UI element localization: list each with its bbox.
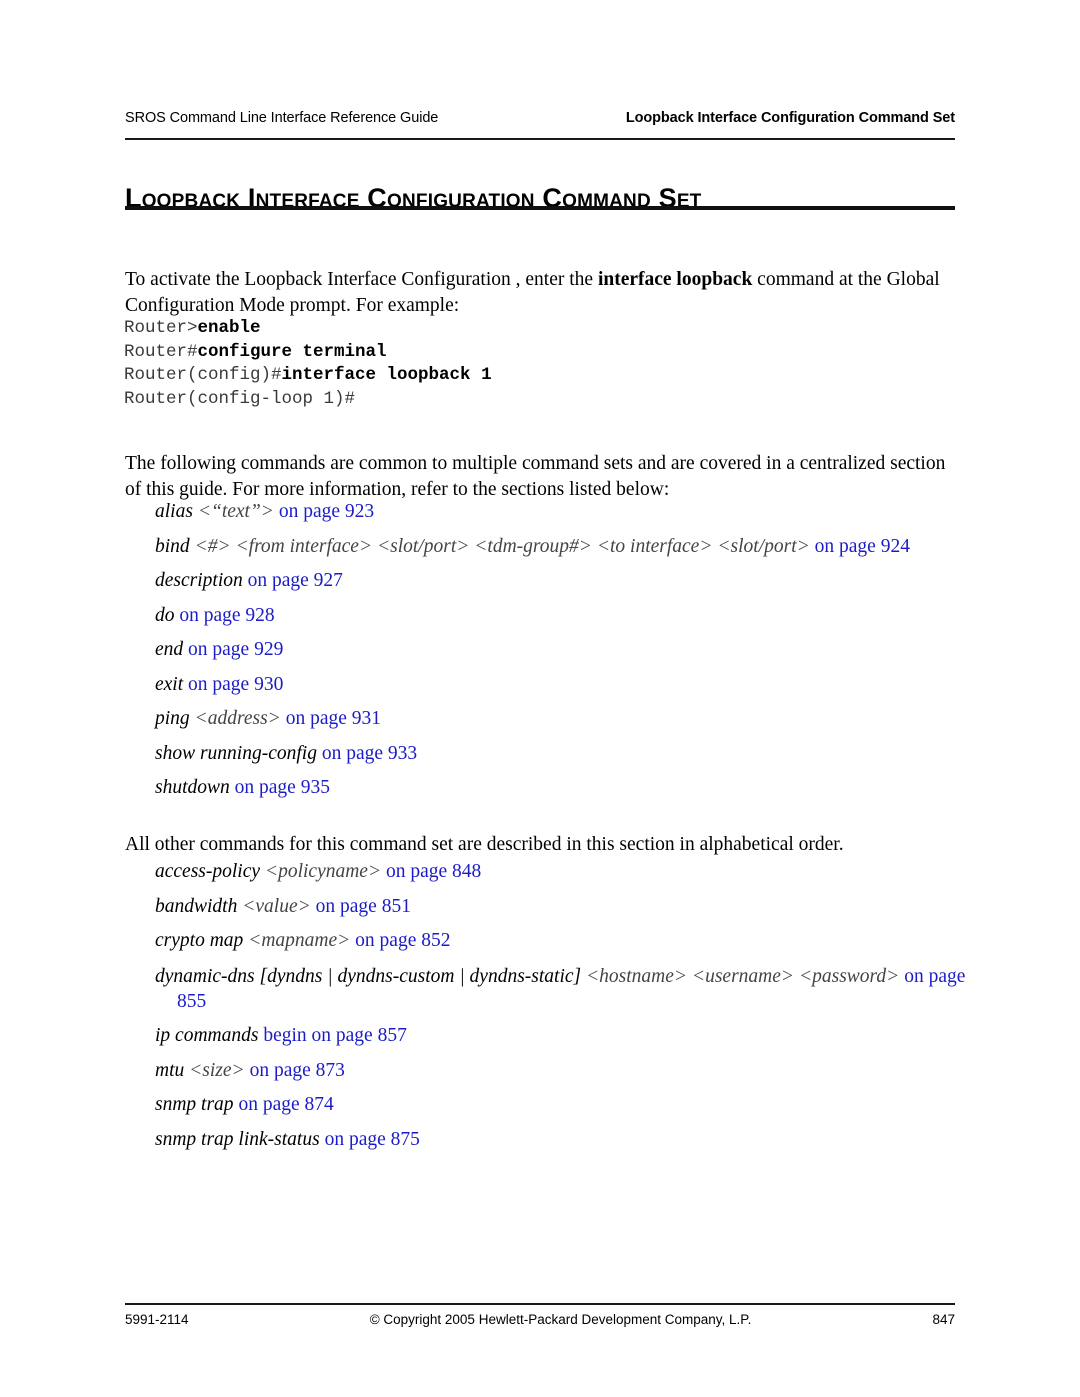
page-reference-link[interactable]: on page 935 [230,777,330,798]
page-reference-link[interactable]: on page 923 [274,501,374,522]
footer-document-number: 5991-2114 [125,1312,189,1327]
cli-typed-command: configure terminal [197,341,387,362]
command-name: shutdown [155,777,230,798]
command-name: bandwidth [155,895,243,917]
command-name: access-policy [155,861,265,882]
command-name: show running-config [155,742,317,764]
running-header-guide-title: SROS Command Line Interface Reference Gu… [125,110,439,126]
cli-example-block: Router>enable Router#configure terminal Ro… [124,317,492,411]
command-name: crypto map [155,930,249,951]
page-footer: 5991-2114 © Copyright 2005 Hewlett-Packa… [125,1311,955,1328]
command-xref-item[interactable]: access-policy <policyname> on page 848 [155,860,955,884]
command-name: dynamic-dns [dyndns | dyndns-custom | dy… [155,965,586,987]
cli-prompt: Router(config)# [124,365,282,385]
command-xref-item[interactable]: alias <“text”> on page 923 [155,500,955,524]
command-xref-item[interactable]: mtu <size> on page 873 [155,1059,955,1083]
command-xref-item[interactable]: snmp trap on page 874 [155,1093,955,1117]
page-reference-link[interactable]: on page 852 [350,930,450,951]
command-arguments: <“text”> [197,501,274,522]
command-xref-item[interactable]: ip commands begin on page 857 [155,1024,955,1048]
running-header: SROS Command Line Interface Reference Gu… [125,110,955,127]
running-header-section-title: Loopback Interface Configuration Command… [625,110,955,126]
command-xref-item[interactable]: crypto map <mapname> on page 852 [155,929,955,953]
common-commands-paragraph: The following commands are common to mul… [125,452,946,501]
command-xref-item[interactable]: do on page 928 [155,604,955,628]
document-page: SROS Command Line Interface Reference Gu… [0,0,1080,1397]
page-reference-link[interactable]: begin on page 857 [258,1025,407,1046]
page-reference-link[interactable]: on page 927 [243,570,343,591]
page-reference-link[interactable]: on page 875 [320,1129,420,1150]
command-xref-item[interactable]: end on page 929 [155,638,955,662]
footer-divider-rule [125,1303,955,1305]
command-xref-item[interactable]: shutdown on page 935 [155,776,955,800]
command-xref-item[interactable]: description on page 927 [155,569,955,593]
cli-line: Router(config)#interface loopback 1 [124,364,492,388]
page-reference-link[interactable]: on page 873 [245,1060,345,1081]
command-xref-item[interactable]: exit on page 930 [155,673,955,697]
page-reference-link[interactable]: on page 851 [311,896,411,917]
command-name: ping [155,708,195,729]
intro-command-emphasis: interface loopback [597,268,753,290]
cli-prompt: Router> [124,318,198,338]
page-reference-link[interactable]: on page 874 [234,1094,333,1115]
page-reference-link[interactable]: on page 848 [381,861,481,882]
command-xref-item[interactable]: bind <#> <from interface> <slot/port> <t… [155,535,955,559]
command-arguments: <value> [242,895,311,917]
common-commands-list: alias <“text”> on page 923 bind <#> <from… [155,500,955,811]
cli-typed-command: interface loopback 1 [281,365,492,385]
command-name: bind [155,535,195,557]
other-commands-paragraph: All other commands for this command set … [125,833,844,855]
footer-page-number: 847 [932,1312,955,1327]
cli-line: Router>enable [124,317,492,341]
command-arguments: <hostname> <username> <password> [586,965,900,987]
header-divider-rule [125,138,955,140]
command-name: mtu [155,1059,190,1081]
other-commands-list: access-policy <policyname> on page 848 ba… [155,860,965,1162]
command-name: do [155,604,175,626]
footer-copyright: © Copyright 2005 Hewlett-Packard Develop… [369,1312,752,1327]
cli-prompt: Router(config-loop 1)# [124,388,356,409]
intro-text-before: To activate the Loopback Interface Confi… [125,268,598,290]
command-xref-item[interactable]: show running-config on page 933 [155,742,955,766]
command-name: snmp trap link-status [155,1128,320,1150]
command-xref-item[interactable]: snmp trap link-status on page 875 [155,1128,955,1152]
page-reference-link[interactable]: on page 928 [175,605,274,626]
command-name: exit [155,673,184,695]
title-divider-rule [125,206,955,210]
command-name: description [155,570,243,591]
command-arguments: <address> [194,708,281,729]
command-xref-item[interactable]: ping <address> on page 931 [155,707,955,731]
command-arguments: <mapname> [248,930,351,951]
command-arguments: <size> [189,1059,245,1081]
command-xref-item[interactable]: bandwidth <value> on page 851 [155,895,955,919]
page-reference-link[interactable]: on page 930 [183,674,283,695]
command-arguments: <policyname> [264,861,382,882]
cli-line: Router(config-loop 1)# [124,388,492,412]
page-reference-link[interactable]: on page 929 [183,639,283,660]
command-name: end [155,639,184,660]
page-reference-link[interactable]: on page 933 [317,743,417,764]
page-reference-link[interactable]: on page 924 [810,536,910,557]
cli-line: Router#configure terminal [124,341,492,365]
intro-paragraph: To activate the Loopback Interface Confi… [125,267,957,320]
cli-typed-command: enable [197,318,261,338]
command-name: ip commands [155,1025,259,1046]
page-reference-link[interactable]: on page 931 [281,708,381,729]
command-arguments: <#> <from interface> <slot/port> <tdm-gr… [194,535,810,557]
cli-prompt: Router# [124,341,198,362]
command-xref-item[interactable]: dynamic-dns [dyndns | dyndns-custom | dy… [155,964,967,1014]
command-name: snmp trap [155,1094,234,1115]
command-name: alias [155,501,198,522]
